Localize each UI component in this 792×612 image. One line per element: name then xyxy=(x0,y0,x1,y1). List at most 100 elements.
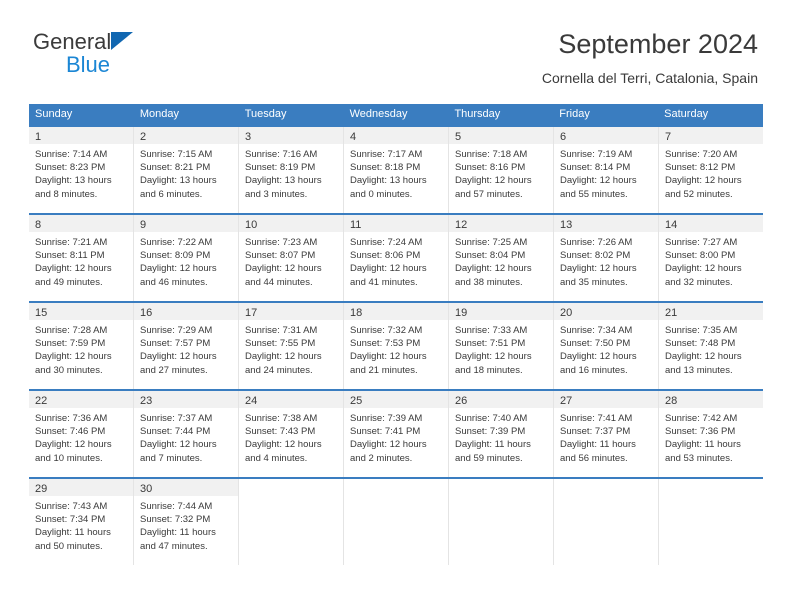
day-number-band: 16 xyxy=(134,303,238,320)
sunrise-text: Sunrise: 7:23 AM xyxy=(245,237,318,248)
brand-name-general: General xyxy=(33,30,263,54)
sunrise-text: Sunrise: 7:22 AM xyxy=(140,237,213,248)
sunrise-text: Sunrise: 7:24 AM xyxy=(350,237,423,248)
page-subtitle: Cornella del Terri, Catalonia, Spain xyxy=(541,70,758,86)
daylight-text-line1: Daylight: 13 hours xyxy=(350,175,427,187)
sunrise-text: Sunrise: 7:19 AM xyxy=(560,149,633,160)
day-info: Sunrise: 7:23 AM Sunset: 8:07 PM Dayligh… xyxy=(239,232,343,289)
day-number-band xyxy=(659,479,763,496)
day-cell[interactable]: 15 Sunrise: 7:28 AM Sunset: 7:59 PM Dayl… xyxy=(29,303,134,389)
daylight-text-line2: and 56 minutes. xyxy=(560,452,628,464)
week-row: 1 Sunrise: 7:14 AM Sunset: 8:23 PM Dayli… xyxy=(29,125,763,213)
sunset-text: Sunset: 8:06 PM xyxy=(350,250,421,262)
daylight-text-line1: Daylight: 11 hours xyxy=(665,439,741,451)
day-cell[interactable]: 26 Sunrise: 7:40 AM Sunset: 7:39 PM Dayl… xyxy=(449,391,554,477)
day-cell[interactable]: 10 Sunrise: 7:23 AM Sunset: 8:07 PM Dayl… xyxy=(239,215,344,301)
day-cell[interactable]: 29 Sunrise: 7:43 AM Sunset: 7:34 PM Dayl… xyxy=(29,479,134,565)
day-number: 23 xyxy=(140,395,153,407)
day-info: Sunrise: 7:35 AM Sunset: 7:48 PM Dayligh… xyxy=(659,320,763,377)
day-info: Sunrise: 7:36 AM Sunset: 7:46 PM Dayligh… xyxy=(29,408,133,465)
day-cell[interactable]: 17 Sunrise: 7:31 AM Sunset: 7:55 PM Dayl… xyxy=(239,303,344,389)
day-number-band: 26 xyxy=(449,391,553,408)
day-number-band: 17 xyxy=(239,303,343,320)
day-cell[interactable]: 16 Sunrise: 7:29 AM Sunset: 7:57 PM Dayl… xyxy=(134,303,239,389)
daylight-text-line2: and 6 minutes. xyxy=(140,188,203,200)
daylight-text-line2: and 53 minutes. xyxy=(665,452,733,464)
day-cell-empty xyxy=(239,479,344,565)
day-number-band: 2 xyxy=(134,127,238,144)
day-cell[interactable]: 8 Sunrise: 7:21 AM Sunset: 8:11 PM Dayli… xyxy=(29,215,134,301)
sunset-text: Sunset: 7:43 PM xyxy=(245,426,316,438)
sunset-text: Sunset: 7:39 PM xyxy=(455,426,526,438)
day-number-band xyxy=(449,479,553,496)
daylight-text-line2: and 41 minutes. xyxy=(350,276,418,288)
day-info: Sunrise: 7:32 AM Sunset: 7:53 PM Dayligh… xyxy=(344,320,448,377)
sunrise-text: Sunrise: 7:18 AM xyxy=(455,149,528,160)
day-cell-empty xyxy=(344,479,449,565)
day-number: 6 xyxy=(560,131,567,143)
day-cell[interactable]: 21 Sunrise: 7:35 AM Sunset: 7:48 PM Dayl… xyxy=(659,303,763,389)
daylight-text-line1: Daylight: 12 hours xyxy=(35,263,112,275)
sunset-text: Sunset: 8:11 PM xyxy=(35,250,105,262)
sunrise-text: Sunrise: 7:25 AM xyxy=(455,237,528,248)
sunset-text: Sunset: 8:16 PM xyxy=(455,162,526,174)
week-row: 22 Sunrise: 7:36 AM Sunset: 7:46 PM Dayl… xyxy=(29,389,763,477)
sunset-text: Sunset: 8:19 PM xyxy=(245,162,316,174)
weekday-header-thursday: Thursday xyxy=(454,108,501,120)
sunset-text: Sunset: 7:57 PM xyxy=(140,338,211,350)
day-number-band: 1 xyxy=(29,127,133,144)
weekday-header-tuesday: Tuesday xyxy=(244,108,287,120)
day-cell[interactable]: 25 Sunrise: 7:39 AM Sunset: 7:41 PM Dayl… xyxy=(344,391,449,477)
sunrise-text: Sunrise: 7:28 AM xyxy=(35,325,108,336)
day-cell[interactable]: 1 Sunrise: 7:14 AM Sunset: 8:23 PM Dayli… xyxy=(29,127,134,213)
day-number-band: 10 xyxy=(239,215,343,232)
sunset-text: Sunset: 7:46 PM xyxy=(35,426,106,438)
sunset-text: Sunset: 7:50 PM xyxy=(560,338,631,350)
day-cell[interactable]: 4 Sunrise: 7:17 AM Sunset: 8:18 PM Dayli… xyxy=(344,127,449,213)
day-cell[interactable]: 19 Sunrise: 7:33 AM Sunset: 7:51 PM Dayl… xyxy=(449,303,554,389)
day-number: 30 xyxy=(140,483,153,495)
daylight-text-line1: Daylight: 12 hours xyxy=(350,351,427,363)
day-info: Sunrise: 7:39 AM Sunset: 7:41 PM Dayligh… xyxy=(344,408,448,465)
day-cell[interactable]: 2 Sunrise: 7:15 AM Sunset: 8:21 PM Dayli… xyxy=(134,127,239,213)
daylight-text-line1: Daylight: 11 hours xyxy=(455,439,531,451)
day-cell[interactable]: 5 Sunrise: 7:18 AM Sunset: 8:16 PM Dayli… xyxy=(449,127,554,213)
day-cell[interactable]: 11 Sunrise: 7:24 AM Sunset: 8:06 PM Dayl… xyxy=(344,215,449,301)
day-number: 22 xyxy=(35,395,48,407)
daylight-text-line1: Daylight: 12 hours xyxy=(665,175,742,187)
sunrise-text: Sunrise: 7:17 AM xyxy=(350,149,423,160)
day-info: Sunrise: 7:29 AM Sunset: 7:57 PM Dayligh… xyxy=(134,320,238,377)
day-cell[interactable]: 14 Sunrise: 7:27 AM Sunset: 8:00 PM Dayl… xyxy=(659,215,763,301)
daylight-text-line1: Daylight: 11 hours xyxy=(560,439,636,451)
week-row: 8 Sunrise: 7:21 AM Sunset: 8:11 PM Dayli… xyxy=(29,213,763,301)
day-info: Sunrise: 7:28 AM Sunset: 7:59 PM Dayligh… xyxy=(29,320,133,377)
day-number: 24 xyxy=(245,395,258,407)
daylight-text-line1: Daylight: 12 hours xyxy=(245,439,322,451)
sunset-text: Sunset: 7:53 PM xyxy=(350,338,421,350)
day-info: Sunrise: 7:33 AM Sunset: 7:51 PM Dayligh… xyxy=(449,320,553,377)
day-cell[interactable]: 22 Sunrise: 7:36 AM Sunset: 7:46 PM Dayl… xyxy=(29,391,134,477)
daylight-text-line2: and 35 minutes. xyxy=(560,276,628,288)
day-number-band xyxy=(344,479,448,496)
day-cell[interactable]: 24 Sunrise: 7:38 AM Sunset: 7:43 PM Dayl… xyxy=(239,391,344,477)
week-row: 29 Sunrise: 7:43 AM Sunset: 7:34 PM Dayl… xyxy=(29,477,763,565)
calendar-grid: Sunday Monday Tuesday Wednesday Thursday… xyxy=(29,104,763,565)
day-cell[interactable]: 13 Sunrise: 7:26 AM Sunset: 8:02 PM Dayl… xyxy=(554,215,659,301)
day-cell[interactable]: 27 Sunrise: 7:41 AM Sunset: 7:37 PM Dayl… xyxy=(554,391,659,477)
day-cell[interactable]: 18 Sunrise: 7:32 AM Sunset: 7:53 PM Dayl… xyxy=(344,303,449,389)
day-cell[interactable]: 6 Sunrise: 7:19 AM Sunset: 8:14 PM Dayli… xyxy=(554,127,659,213)
day-cell[interactable]: 7 Sunrise: 7:20 AM Sunset: 8:12 PM Dayli… xyxy=(659,127,763,213)
day-cell[interactable]: 23 Sunrise: 7:37 AM Sunset: 7:44 PM Dayl… xyxy=(134,391,239,477)
sunrise-text: Sunrise: 7:36 AM xyxy=(35,413,108,424)
day-cell[interactable]: 12 Sunrise: 7:25 AM Sunset: 8:04 PM Dayl… xyxy=(449,215,554,301)
sunrise-text: Sunrise: 7:37 AM xyxy=(140,413,213,424)
sunset-text: Sunset: 8:09 PM xyxy=(140,250,211,262)
day-cell[interactable]: 20 Sunrise: 7:34 AM Sunset: 7:50 PM Dayl… xyxy=(554,303,659,389)
day-cell[interactable]: 30 Sunrise: 7:44 AM Sunset: 7:32 PM Dayl… xyxy=(134,479,239,565)
day-cell[interactable]: 28 Sunrise: 7:42 AM Sunset: 7:36 PM Dayl… xyxy=(659,391,763,477)
day-cell[interactable]: 9 Sunrise: 7:22 AM Sunset: 8:09 PM Dayli… xyxy=(134,215,239,301)
day-cell[interactable]: 3 Sunrise: 7:16 AM Sunset: 8:19 PM Dayli… xyxy=(239,127,344,213)
brand-logo[interactable]: General Blue xyxy=(33,30,263,82)
day-number-band: 18 xyxy=(344,303,448,320)
day-number: 12 xyxy=(455,219,468,231)
